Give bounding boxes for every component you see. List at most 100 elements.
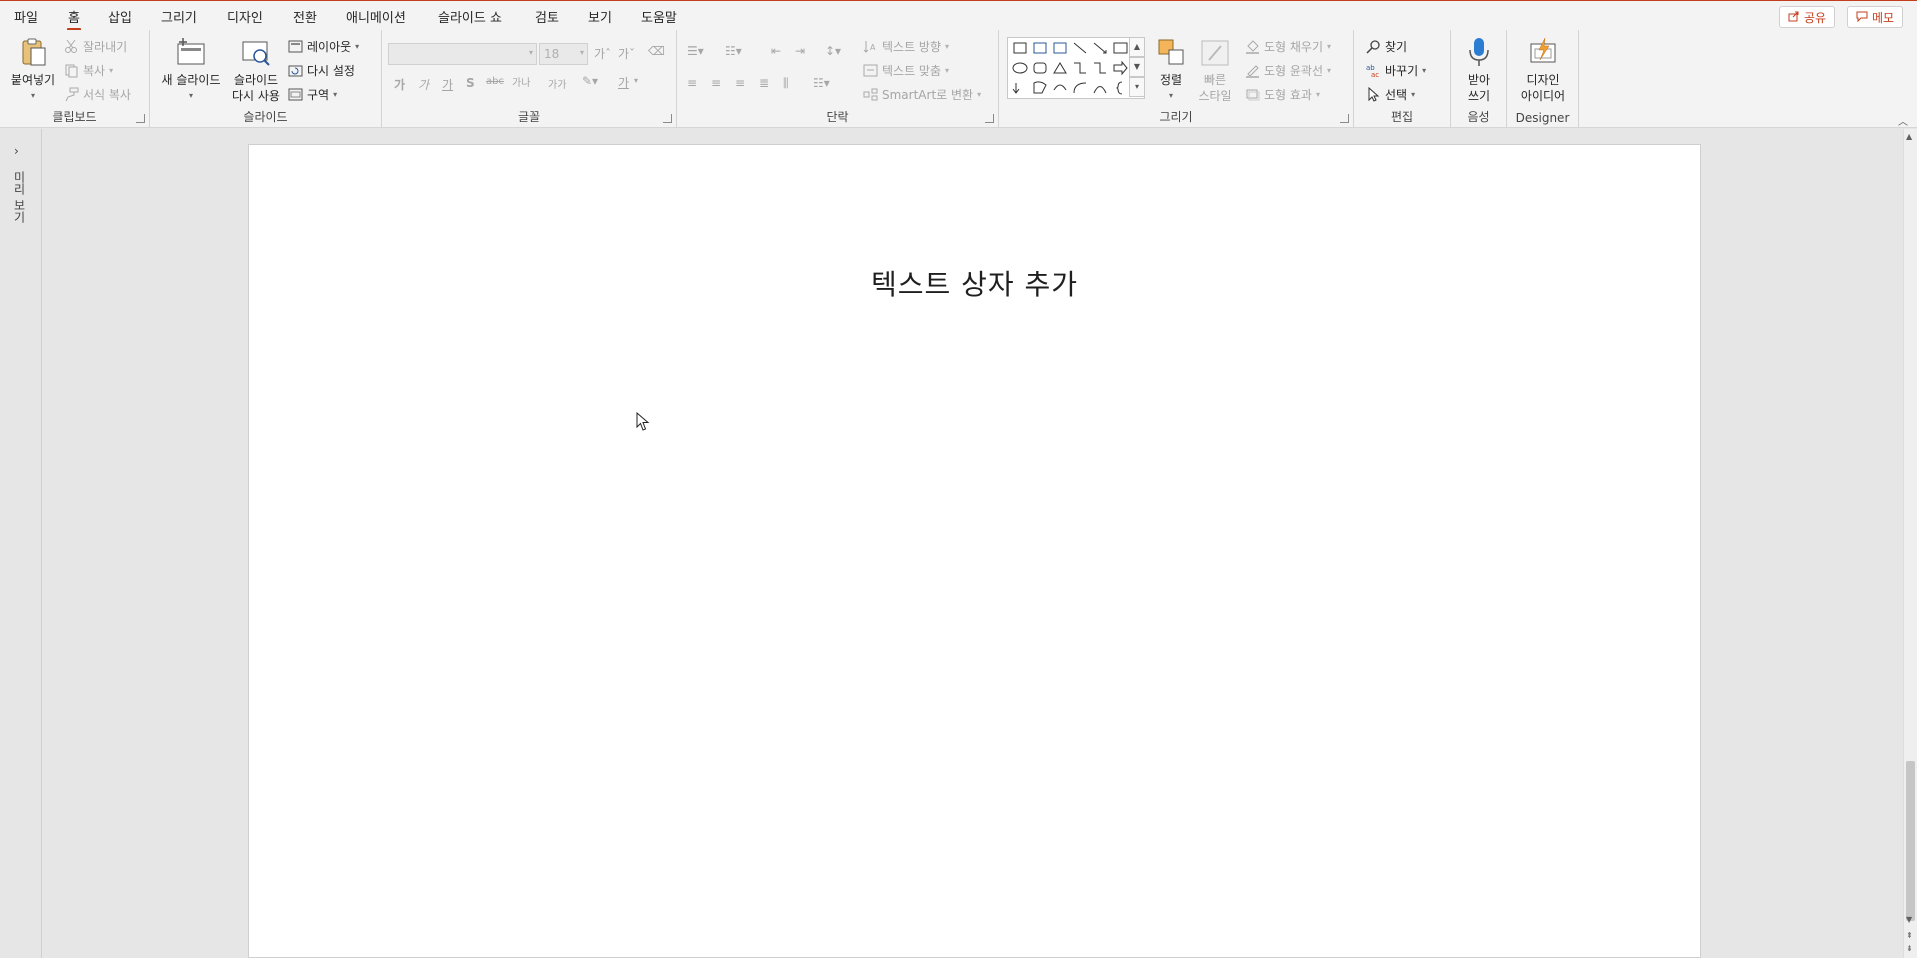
shapes-gallery-scroll[interactable]: ▲ ▼ ▾ [1129, 37, 1145, 99]
quick-styles-button[interactable]: 빠른 스타일 [1191, 36, 1239, 104]
drawing-launcher-icon[interactable] [1340, 114, 1349, 123]
tab-review[interactable]: 검토 [535, 7, 559, 26]
layout-button[interactable]: 레이아웃 ▾ [288, 38, 359, 55]
increase-font-icon[interactable]: 가ˆ [594, 45, 611, 62]
change-case-button[interactable]: 가가 [548, 76, 566, 91]
font-group: ▾ 18 ▾ 가ˆ 가ˇ ⌫ 가 가 가 S abc 가나 가가 ✎▾ 가 ▾ … [382, 30, 677, 128]
replace-button[interactable]: ab ac 바꾸기 ▾ [1366, 62, 1426, 79]
pen-outline-icon [1245, 63, 1260, 78]
slides-group-label: 슬라이드 [243, 110, 288, 124]
expand-pane-icon[interactable]: › [14, 144, 19, 158]
gallery-more-icon[interactable]: ▾ [1129, 77, 1145, 97]
select-button[interactable]: 선택 ▾ [1366, 86, 1415, 103]
share-button[interactable]: 공유 [1779, 6, 1836, 28]
reset-button[interactable]: 다시 설정 [288, 62, 355, 79]
justify-icon[interactable]: ≣ [759, 76, 769, 90]
new-slide-dropdown-icon[interactable]: ▾ [189, 88, 193, 104]
strikethrough-icon[interactable]: abc [486, 76, 504, 87]
tab-view[interactable]: 보기 [588, 7, 612, 26]
layout-label: 레이아웃 [307, 40, 352, 54]
underline-button[interactable]: 가 [442, 76, 453, 93]
reuse-slides-button[interactable]: 슬라이드 다시 사용 [226, 36, 286, 104]
shape-outline-button[interactable]: 도형 윤곽선 ▾ [1245, 62, 1331, 79]
paragraph-launcher-icon[interactable] [985, 114, 994, 123]
font-size-value: 18 [544, 47, 560, 61]
clear-format-icon[interactable]: ⌫ [648, 44, 665, 58]
align-right-icon[interactable]: ≡ [735, 76, 745, 90]
design-ideas-button[interactable]: 디자인 아이디어 [1515, 36, 1571, 104]
tab-insert[interactable]: 삽입 [108, 7, 132, 26]
align-text-button[interactable]: 텍스트 맞춤 ▾ [863, 62, 949, 79]
dictate-button[interactable]: 받아 쓰기 [1457, 36, 1501, 104]
tab-draw[interactable]: 그리기 [161, 7, 197, 26]
shape-effects-button[interactable]: 도형 효과 ▾ [1245, 86, 1320, 103]
align-center-icon[interactable]: ≡ [711, 76, 721, 90]
line-spacing-icon[interactable]: ↕▾ [825, 44, 841, 58]
reuse-slides-icon [240, 36, 272, 68]
vertical-scrollbar[interactable]: ▲ ▼ ⇞ ⇟ [1903, 129, 1917, 958]
align-left-icon[interactable]: ≡ [687, 76, 697, 90]
bold-button[interactable]: 가 [394, 76, 405, 93]
smartart-button[interactable]: SmartArt로 변환 ▾ [863, 86, 981, 103]
scroll-up-icon[interactable]: ▲ [1906, 132, 1912, 141]
scrollbar-thumb[interactable] [1906, 761, 1915, 921]
copy-button[interactable]: 복사 ▾ [64, 62, 113, 79]
format-painter-button[interactable]: 서식 복사 [64, 86, 131, 103]
columns-icon[interactable]: ⫼ [783, 76, 789, 91]
bullets-icon[interactable]: ☰▾ [687, 44, 704, 58]
tab-transitions[interactable]: 전환 [293, 7, 317, 26]
paste-icon [17, 36, 49, 68]
tab-slideshow[interactable]: 슬라이드 쇼 [438, 7, 502, 26]
increase-indent-icon[interactable]: ⇥ [795, 44, 805, 58]
font-launcher-icon[interactable] [663, 114, 672, 123]
gallery-down-icon[interactable]: ▼ [1129, 57, 1145, 77]
design-ideas-icon [1527, 36, 1559, 68]
reuse-slides-label-2: 다시 사용 [232, 89, 280, 103]
char-spacing-button[interactable]: 가나 [512, 74, 530, 89]
tab-file[interactable]: 파일 [14, 7, 38, 26]
slide-title-textbox[interactable]: 텍스트 상자 추가 [249, 263, 1700, 303]
decrease-font-icon[interactable]: 가ˇ [618, 45, 635, 62]
scroll-down-icon[interactable]: ▼ [1906, 915, 1912, 924]
italic-button[interactable]: 가 [418, 76, 429, 93]
paragraph-options-icon[interactable]: ☷▾ [813, 76, 830, 90]
tab-animations[interactable]: 애니메이션 [346, 7, 406, 26]
comments-button[interactable]: 메모 [1847, 6, 1904, 28]
gallery-up-icon[interactable]: ▲ [1129, 37, 1145, 57]
numbering-icon[interactable]: ☷▾ [725, 44, 742, 58]
paste-button[interactable]: 붙여넣기 ▾ [8, 36, 58, 104]
design-ideas-label-2: 아이디어 [1520, 89, 1566, 103]
text-direction-icon: A [863, 39, 878, 54]
share-icon [1788, 10, 1800, 25]
tab-help[interactable]: 도움말 [641, 7, 677, 26]
decrease-indent-icon[interactable]: ⇤ [771, 44, 781, 58]
shapes-gallery[interactable] [1007, 37, 1145, 99]
copy-dropdown-icon[interactable]: ▾ [109, 66, 113, 75]
highlight-icon[interactable]: ✎▾ [582, 74, 598, 88]
paste-dropdown-icon[interactable]: ▾ [31, 88, 35, 104]
arrange-button[interactable]: 정렬 ▾ [1151, 36, 1191, 104]
new-slide-button[interactable]: 새 슬라이드 ▾ [158, 36, 224, 104]
font-color-dropdown-icon[interactable]: ▾ [634, 76, 638, 85]
collapse-ribbon-icon[interactable]: ︿ [1898, 113, 1908, 128]
text-shadow-button[interactable]: S [466, 76, 475, 90]
cut-button[interactable]: 잘라내기 [64, 38, 127, 55]
slide-canvas[interactable]: 텍스트 상자 추가 [248, 144, 1701, 958]
find-button[interactable]: 찾기 [1366, 38, 1407, 55]
next-slide-icon[interactable]: ⇟ [1906, 944, 1913, 953]
thumbnails-label[interactable]: 미리 보기 [12, 171, 28, 223]
font-size-combo[interactable]: 18 ▾ [539, 43, 588, 65]
shape-effects-label: 도형 효과 [1264, 88, 1312, 102]
format-painter-label: 서식 복사 [83, 88, 131, 102]
tab-design[interactable]: 디자인 [227, 7, 263, 26]
font-name-combo[interactable]: ▾ [388, 43, 537, 65]
replace-dropdown-icon: ▾ [1422, 66, 1427, 75]
clipboard-launcher-icon[interactable] [136, 114, 145, 123]
previous-slide-icon[interactable]: ⇞ [1906, 931, 1913, 940]
text-direction-button[interactable]: A 텍스트 방향 ▾ [863, 38, 949, 55]
font-color-button[interactable]: 가 [618, 74, 629, 91]
shape-outline-dropdown-icon: ▾ [1327, 66, 1332, 75]
tab-home[interactable]: 홈 [67, 7, 81, 31]
shape-fill-button[interactable]: 도형 채우기 ▾ [1245, 38, 1331, 55]
section-button[interactable]: 구역 ▾ [288, 86, 337, 103]
